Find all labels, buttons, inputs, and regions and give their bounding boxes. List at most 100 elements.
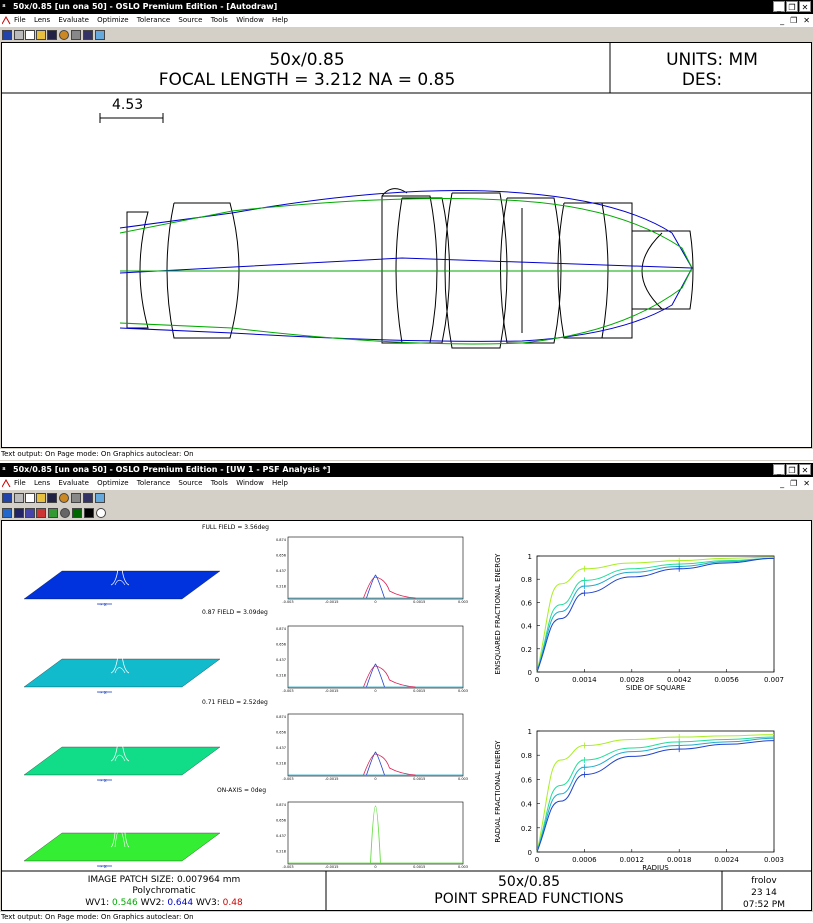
minimize-button[interactable]: _ bbox=[773, 1, 785, 12]
child-close-button[interactable]: ✕ bbox=[803, 16, 810, 25]
lens-icon[interactable] bbox=[59, 493, 69, 503]
globe-icon[interactable] bbox=[25, 508, 35, 518]
open-folder-icon[interactable] bbox=[36, 493, 46, 503]
printer-icon[interactable] bbox=[71, 30, 81, 40]
focal-length-label: FOCAL LENGTH = 3.212 NA = 0.85 bbox=[159, 70, 456, 90]
psf-xtick-0-0: -0.003 bbox=[282, 600, 293, 604]
printer-icon[interactable] bbox=[71, 493, 81, 503]
menu-evaluate[interactable]: Evaluate bbox=[58, 479, 89, 487]
graphics-icon[interactable] bbox=[83, 30, 93, 40]
table-icon[interactable] bbox=[14, 508, 24, 518]
document-icon[interactable] bbox=[2, 479, 11, 488]
menu-optimize[interactable]: Optimize bbox=[97, 479, 128, 487]
child-close-button[interactable]: ✕ bbox=[803, 479, 810, 488]
child-restore-button[interactable]: ❐ bbox=[790, 16, 797, 25]
menu-help[interactable]: Help bbox=[272, 16, 288, 24]
wavelength-legend: WV1: 0.546 WV2: 0.644 WV3: 0.48 bbox=[85, 898, 243, 908]
restore-button[interactable]: ❐ bbox=[786, 464, 798, 475]
x-axis-label-2: → x bbox=[98, 778, 107, 784]
save-icon[interactable] bbox=[47, 30, 57, 40]
settings-icon[interactable] bbox=[95, 30, 105, 40]
menu-window[interactable]: Window bbox=[236, 16, 264, 24]
title-bar[interactable]: ⁸ 50x/0.85 [un ona 50] - OSLO Premium Ed… bbox=[0, 0, 813, 14]
child-minimize-button[interactable]: _ bbox=[780, 479, 784, 488]
psf-analysis-window: ⁸ 50x/0.85 [un ona 50] - OSLO Premium Ed… bbox=[0, 463, 813, 923]
graphics-icon[interactable] bbox=[83, 493, 93, 503]
ensquared-xtick-2: 0.0028 bbox=[620, 676, 645, 684]
psf-ytick-2-2: 0.437 bbox=[276, 746, 286, 750]
ensquared-ytick-5: 1 bbox=[528, 553, 532, 561]
psf-curve-red-0 bbox=[363, 576, 416, 599]
psf-plot-frame-2 bbox=[287, 713, 464, 777]
menu-file[interactable]: File bbox=[14, 479, 26, 487]
image-patch-size: IMAGE PATCH SIZE: 0.007964 mm bbox=[88, 875, 241, 885]
menu-evaluate[interactable]: Evaluate bbox=[58, 16, 89, 24]
footer-block: IMAGE PATCH SIZE: 0.007964 mm Polychroma… bbox=[2, 870, 811, 910]
x-axis-label-1: → x bbox=[98, 690, 107, 696]
menu-tools[interactable]: Tools bbox=[211, 479, 228, 487]
restore-button[interactable]: ❐ bbox=[786, 1, 798, 12]
close-button[interactable]: ✕ bbox=[799, 1, 811, 12]
menu-tolerance[interactable]: Tolerance bbox=[137, 479, 170, 487]
menu-file[interactable]: File bbox=[14, 16, 26, 24]
title-bar[interactable]: ⁸ 50x/0.85 [un ona 50] - OSLO Premium Ed… bbox=[0, 463, 813, 477]
menu-lens[interactable]: Lens bbox=[34, 479, 50, 487]
save-icon[interactable] bbox=[47, 493, 57, 503]
minimize-button[interactable]: _ bbox=[773, 464, 785, 475]
lens-icon[interactable] bbox=[59, 30, 69, 40]
grid-icon[interactable] bbox=[14, 493, 24, 503]
bars-icon[interactable] bbox=[84, 508, 94, 518]
menu-window[interactable]: Window bbox=[236, 479, 264, 487]
new-file-icon[interactable] bbox=[25, 493, 35, 503]
chart-icon[interactable] bbox=[48, 508, 58, 518]
oslo-app-icon[interactable]: ⁸ bbox=[2, 465, 11, 475]
target-icon[interactable] bbox=[96, 508, 106, 518]
oslo-app-icon[interactable]: ⁸ bbox=[2, 2, 11, 12]
field-label-087: 0.87 FIELD = 3.09deg bbox=[202, 609, 268, 616]
psf-xtick-3-3: 0.0015 bbox=[413, 865, 425, 869]
ensquared-xtick-3: 0.0042 bbox=[667, 676, 692, 684]
radial-xtick-2: 0.0012 bbox=[620, 856, 645, 864]
circle-icon[interactable] bbox=[60, 508, 70, 518]
main-toolbar bbox=[0, 491, 813, 505]
menu-tolerance[interactable]: Tolerance bbox=[137, 16, 170, 24]
psf-canvas: FULL FIELD = 3.56deg 0.87 FIELD = 3.09de… bbox=[1, 520, 812, 911]
grid-icon[interactable] bbox=[14, 30, 24, 40]
cross-icon[interactable] bbox=[36, 508, 46, 518]
ensquared-ytick-4: 0.8 bbox=[521, 576, 532, 584]
ensquared-ytick-3: 0.6 bbox=[521, 599, 533, 607]
status-text: Text output: On Page mode: On Graphics a… bbox=[1, 913, 194, 921]
psf-xtick-2-0: -0.003 bbox=[282, 777, 293, 781]
menu-help[interactable]: Help bbox=[272, 479, 288, 487]
menu-optimize[interactable]: Optimize bbox=[97, 16, 128, 24]
psf-ytick-2-1: 0.656 bbox=[276, 731, 286, 735]
close-button[interactable]: ✕ bbox=[799, 464, 811, 475]
psf-surface-2 bbox=[23, 746, 221, 776]
designer-label: DES: bbox=[682, 70, 722, 90]
radial-xtick-3: 0.0018 bbox=[667, 856, 692, 864]
child-restore-button[interactable]: ❐ bbox=[790, 479, 797, 488]
menu-source[interactable]: Source bbox=[178, 16, 202, 24]
psf-ytick-2-3: 0.218 bbox=[276, 762, 286, 766]
lens-spreadsheet-icon[interactable] bbox=[2, 30, 12, 40]
menu-tools[interactable]: Tools bbox=[211, 16, 228, 24]
lens-spreadsheet-icon[interactable] bbox=[2, 493, 12, 503]
footer-plot-title: POINT SPREAD FUNCTIONS bbox=[434, 891, 623, 907]
psf-ytick-1-0: 0.874 bbox=[276, 627, 287, 631]
redraw-icon[interactable] bbox=[2, 508, 12, 518]
settings-icon[interactable] bbox=[95, 493, 105, 503]
window-title: 50x/0.85 [un ona 50] - OSLO Premium Edit… bbox=[13, 2, 278, 11]
menu-lens[interactable]: Lens bbox=[34, 16, 50, 24]
units-label: UNITS: MM bbox=[666, 50, 758, 70]
zoom-icon[interactable] bbox=[72, 508, 82, 518]
menu-source[interactable]: Source bbox=[178, 479, 202, 487]
lens-name: 50x/0.85 bbox=[269, 50, 344, 70]
new-file-icon[interactable] bbox=[25, 30, 35, 40]
radial-frame bbox=[536, 730, 775, 853]
menu-bar: File Lens Evaluate Optimize Tolerance So… bbox=[0, 477, 813, 490]
document-icon[interactable] bbox=[2, 16, 11, 25]
open-folder-icon[interactable] bbox=[36, 30, 46, 40]
psf-ytick-0-2: 0.437 bbox=[276, 569, 286, 573]
child-minimize-button[interactable]: _ bbox=[780, 16, 784, 25]
psf-ytick-3-1: 0.656 bbox=[276, 819, 286, 823]
